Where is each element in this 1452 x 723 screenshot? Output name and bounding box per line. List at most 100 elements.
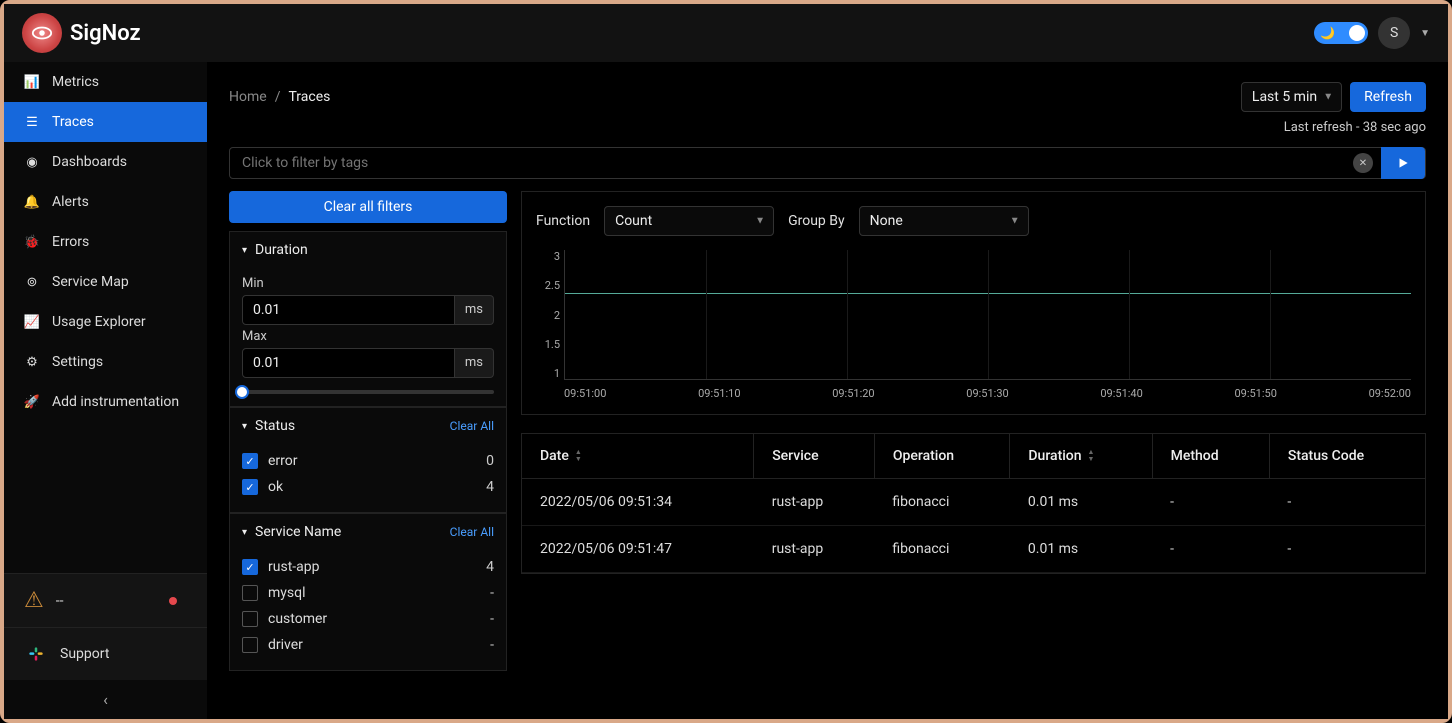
- warning-icon: ⚠: [24, 588, 44, 613]
- checkbox[interactable]: [242, 559, 258, 575]
- sidebar-item-usage-explorer[interactable]: 📈Usage Explorer: [4, 302, 207, 342]
- sidebar-item-label: Add instrumentation: [52, 394, 179, 410]
- slack-icon: [24, 642, 48, 666]
- sidebar-item-label: Dashboards: [52, 154, 127, 170]
- status-clear-all[interactable]: Clear All: [450, 419, 494, 433]
- tag-filter-bar: ✕: [229, 147, 1426, 179]
- play-icon: [1396, 156, 1410, 170]
- status-section-header[interactable]: ▾ Status Clear All: [230, 408, 506, 444]
- sidebar-item-traces[interactable]: ☰Traces: [4, 102, 207, 142]
- function-label: Function: [536, 213, 590, 229]
- filter-count: 4: [486, 479, 494, 495]
- service-filter-driver[interactable]: driver-: [242, 632, 494, 658]
- duration-section-header[interactable]: ▾ Duration: [230, 232, 506, 268]
- traces-table: Date▲▼ServiceOperationDuration▲▼MethodSt…: [521, 433, 1426, 574]
- top-bar: SigNoz 🌙 S ▼: [4, 4, 1448, 62]
- status-filter-ok[interactable]: ok 4: [242, 474, 494, 500]
- chevron-down-icon: ▾: [242, 527, 247, 538]
- theme-toggle[interactable]: 🌙: [1314, 22, 1368, 44]
- sort-icon: ▲▼: [1088, 449, 1095, 463]
- bug-icon: 🐞: [24, 235, 40, 250]
- tag-filter-input[interactable]: [230, 155, 1353, 171]
- filter-count: -: [490, 611, 494, 627]
- col-duration[interactable]: Duration▲▼: [1010, 434, 1152, 479]
- col-operation[interactable]: Operation: [874, 434, 1010, 479]
- sidebar-item-label: Alerts: [52, 194, 89, 210]
- avatar[interactable]: S: [1378, 17, 1410, 49]
- sidebar-item-errors[interactable]: 🐞 Errors: [4, 222, 207, 262]
- groupby-select[interactable]: None ▼: [859, 206, 1029, 236]
- checkbox[interactable]: [242, 453, 258, 469]
- collapse-sidebar-button[interactable]: ‹: [4, 680, 207, 719]
- breadcrumb: Home / Traces: [229, 89, 330, 105]
- support-label: Support: [60, 646, 109, 662]
- filter-count: 0: [486, 453, 494, 469]
- clear-tags-icon[interactable]: ✕: [1353, 153, 1373, 173]
- version-text: --: [56, 593, 64, 609]
- moon-icon: 🌙: [1320, 26, 1335, 40]
- sidebar-item-label: Usage Explorer: [52, 314, 146, 330]
- filter-label: error: [268, 453, 298, 469]
- sidebar-item-label: Metrics: [52, 74, 99, 90]
- filter-count: -: [490, 637, 494, 653]
- sidebar: 📊 Metrics ☰Traces ◉ Dashboards 🔔 Alerts 🐞 Errors…: [4, 62, 207, 719]
- logo[interactable]: SigNoz: [22, 13, 141, 53]
- sidebar-item-label: Settings: [52, 354, 103, 370]
- sidebar-item-metrics[interactable]: 📊 Metrics: [4, 62, 207, 102]
- function-select[interactable]: Count ▼: [604, 206, 774, 236]
- chevron-down-icon[interactable]: ▼: [1420, 28, 1430, 39]
- sidebar-item-add-instrumentation[interactable]: 🚀 Add instrumentation: [4, 382, 207, 422]
- checkbox[interactable]: [242, 611, 258, 627]
- duration-min-input[interactable]: [242, 295, 455, 325]
- col-status-code[interactable]: Status Code: [1269, 434, 1425, 479]
- filter-label: customer: [268, 611, 327, 627]
- bell-icon: 🔔: [24, 195, 40, 210]
- service-filter-rust-app[interactable]: rust-app4: [242, 554, 494, 580]
- chart-card: Function Count ▼ Group By None ▼: [521, 191, 1426, 415]
- col-date[interactable]: Date▲▼: [522, 434, 754, 479]
- sidebar-support[interactable]: Support: [4, 627, 207, 680]
- service-filter-customer[interactable]: customer -: [242, 606, 494, 632]
- sidebar-item-alerts[interactable]: 🔔 Alerts: [4, 182, 207, 222]
- sidebar-item-label: Errors: [52, 234, 89, 250]
- checkbox[interactable]: [242, 479, 258, 495]
- map-icon: ⊚: [24, 275, 40, 290]
- time-range-select[interactable]: Last 5 min ▼: [1241, 82, 1342, 112]
- refresh-button[interactable]: Refresh: [1350, 82, 1426, 112]
- list-icon: ☰: [24, 115, 40, 130]
- filter-label: ok: [268, 479, 283, 495]
- service-section-header[interactable]: ▾ Service Name Clear All: [230, 514, 506, 550]
- run-filter-button[interactable]: [1381, 147, 1425, 179]
- chevron-down-icon: ▼: [1010, 216, 1020, 227]
- rocket-icon: 🚀: [24, 395, 40, 410]
- col-service[interactable]: Service: [754, 434, 875, 479]
- breadcrumb-home[interactable]: Home: [229, 89, 267, 105]
- filter-count: -: [490, 585, 494, 601]
- eye-icon: [22, 13, 62, 53]
- sidebar-item-dashboards[interactable]: ◉ Dashboards: [4, 142, 207, 182]
- status-filter-error[interactable]: error 0: [242, 448, 494, 474]
- app-name: SigNoz: [70, 21, 141, 46]
- chevron-down-icon: ▾: [242, 421, 247, 432]
- duration-slider[interactable]: [242, 390, 494, 394]
- table-row[interactable]: 2022/05/06 09:51:47rust-appfibonacci0.01…: [522, 526, 1425, 573]
- dash-icon: ◉: [24, 155, 40, 170]
- sidebar-version-warning[interactable]: ⚠ --: [4, 573, 207, 627]
- checkbox[interactable]: [242, 637, 258, 653]
- bar-icon: 📊: [24, 75, 40, 90]
- checkbox[interactable]: [242, 585, 258, 601]
- breadcrumb-current: Traces: [288, 89, 330, 105]
- service-clear-all[interactable]: Clear All: [450, 525, 494, 539]
- chevron-left-icon: ‹: [103, 690, 108, 709]
- last-refresh-text: Last refresh - 38 sec ago: [229, 120, 1426, 135]
- service-filter-mysql[interactable]: mysql-: [242, 580, 494, 606]
- table-row[interactable]: 2022/05/06 09:51:34rust-appfibonacci0.01…: [522, 479, 1425, 526]
- col-method[interactable]: Method: [1152, 434, 1269, 479]
- sort-icon: ▲▼: [575, 449, 582, 463]
- filters-panel: Clear all filters ▾ Duration Min ms: [229, 191, 507, 699]
- sidebar-item-service-map[interactable]: ⊚Service Map: [4, 262, 207, 302]
- clear-all-filters-button[interactable]: Clear all filters: [229, 191, 507, 223]
- filter-label: rust-app: [268, 559, 319, 575]
- sidebar-item-settings[interactable]: ⚙Settings: [4, 342, 207, 382]
- duration-max-input[interactable]: [242, 348, 455, 378]
